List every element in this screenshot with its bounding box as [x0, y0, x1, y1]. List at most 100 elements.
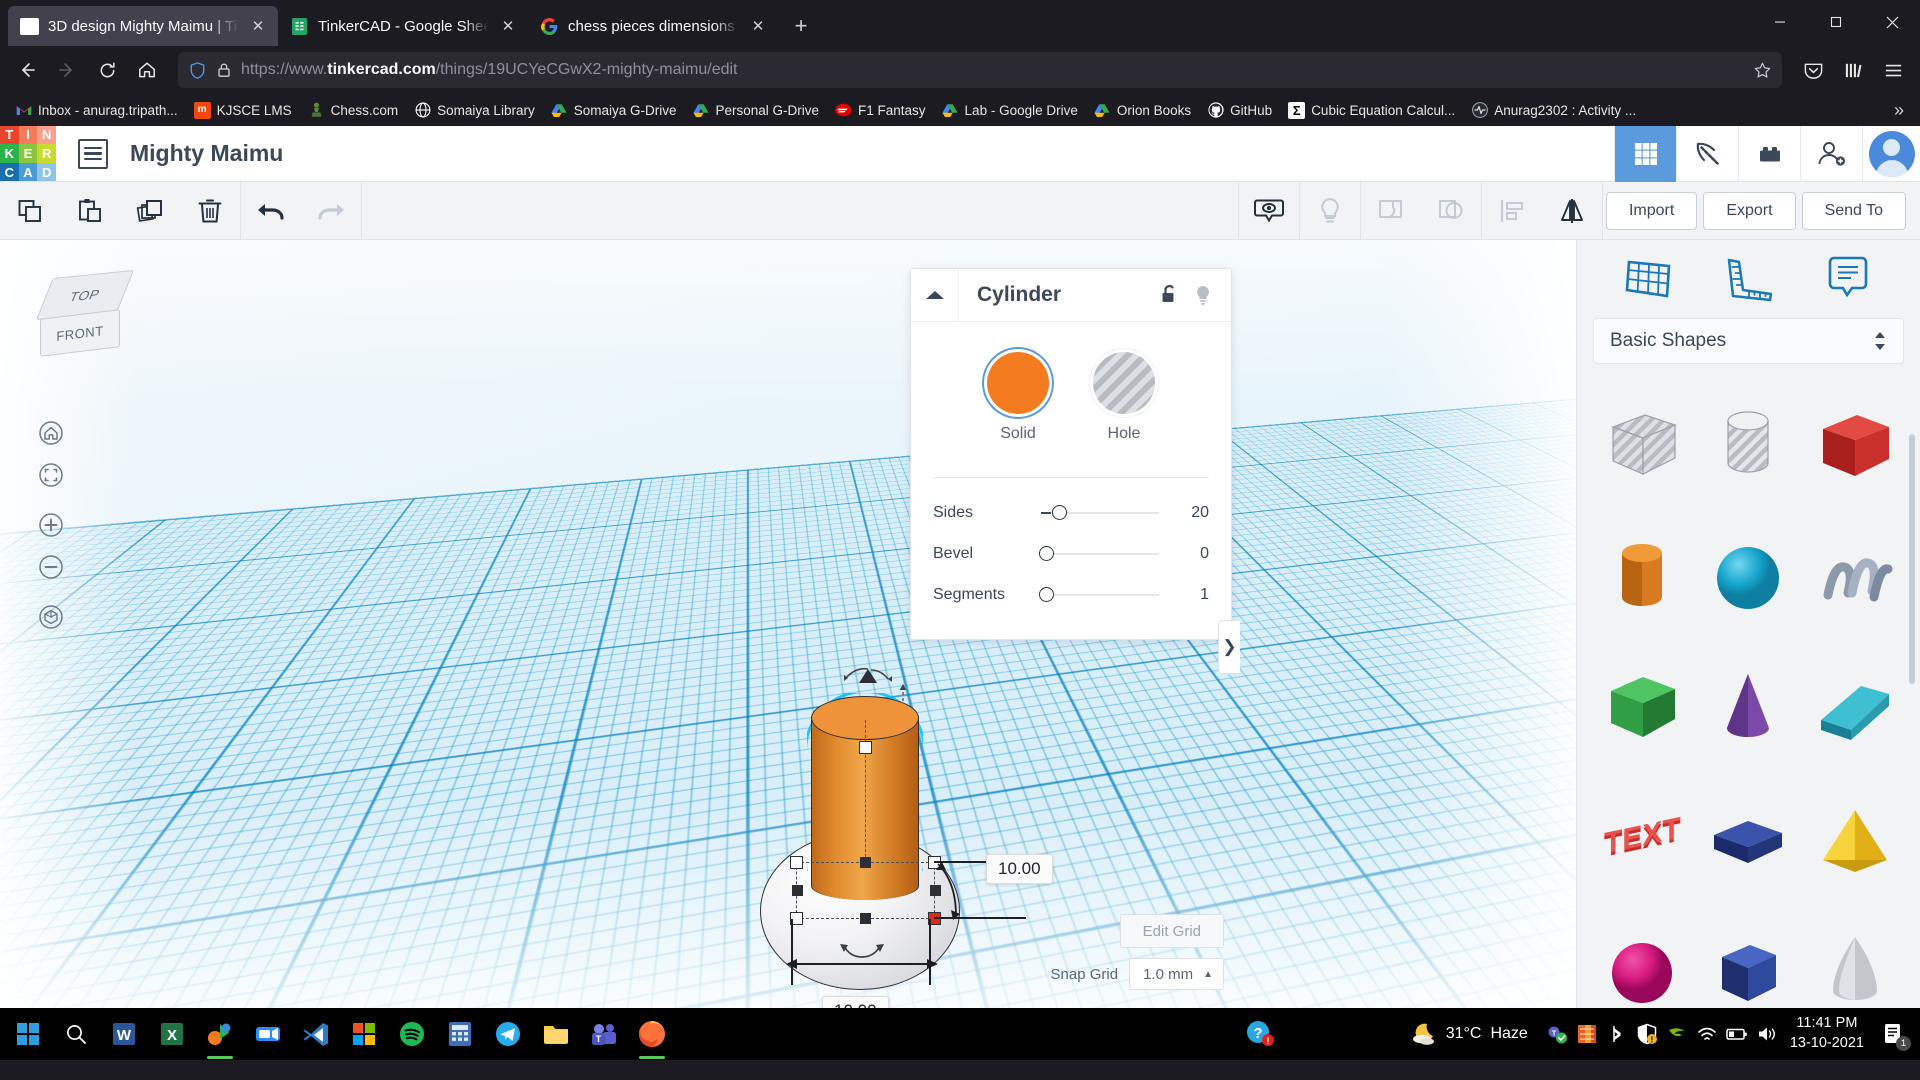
snap-grid-select[interactable]: 1.0 mm ▲ — [1129, 958, 1224, 990]
bricks-icon[interactable] — [1738, 125, 1800, 182]
tinkercad-logo[interactable]: T I N K E R C A D — [0, 125, 56, 182]
close-icon[interactable]: ✕ — [748, 16, 768, 36]
shape-item[interactable] — [1804, 380, 1906, 508]
dimension-label-right[interactable]: 10.00 — [986, 854, 1053, 884]
teams-tray-icon[interactable]: T — [1542, 1008, 1572, 1060]
zoom-in-icon[interactable] — [30, 504, 72, 546]
import-button[interactable]: Import — [1605, 191, 1698, 230]
close-button[interactable] — [1864, 0, 1920, 44]
shape-item[interactable] — [1804, 512, 1906, 640]
duplicate-icon[interactable] — [120, 182, 180, 240]
hole-pattern-swatch[interactable] — [1093, 352, 1155, 414]
ungroup-icon[interactable] — [1421, 182, 1481, 240]
browser-tab-2[interactable]: chess pieces dimensions - Goog ✕ — [528, 6, 778, 46]
show-hide-icon[interactable] — [1239, 182, 1299, 240]
bookmark-item[interactable]: GitHub — [1200, 99, 1279, 122]
shape-item[interactable] — [1591, 512, 1693, 640]
weather-widget[interactable]: 31°C Haze — [1411, 1022, 1542, 1046]
ortho-view-icon[interactable] — [30, 596, 72, 638]
bookmark-item[interactable]: Chess.com — [301, 99, 406, 122]
light-bulb-icon[interactable] — [1193, 284, 1213, 306]
telegram-icon[interactable] — [484, 1008, 532, 1060]
ruler-icon[interactable] — [1719, 253, 1777, 305]
browser-tab-0[interactable]: 3D design Mighty Maimu | Tinke ✕ — [8, 6, 278, 46]
notification-icon[interactable]: 1 — [1876, 1008, 1911, 1060]
hamburger-icon[interactable] — [1874, 51, 1912, 89]
3d-viewport[interactable]: TOP FRONT 10.00 Cylinder Solid Hole Side… — [0, 240, 1576, 1008]
close-icon[interactable]: ✕ — [248, 16, 268, 36]
bookmark-item[interactable]: Anurag2302 : Activity ... — [1464, 99, 1643, 122]
add-user-icon[interactable] — [1800, 125, 1862, 182]
updown-caret-icon[interactable] — [1873, 330, 1887, 352]
shape-item[interactable] — [1697, 380, 1799, 508]
list-menu-icon[interactable] — [78, 138, 108, 169]
shape-item[interactable] — [1697, 644, 1799, 772]
bookmark-item[interactable]: Somaiya Library — [407, 99, 542, 122]
sides-slider[interactable] — [1039, 503, 1167, 523]
shield-icon[interactable] — [188, 61, 207, 80]
hole-mode-option[interactable]: Hole — [1093, 352, 1155, 443]
teams-icon[interactable]: T — [580, 1008, 628, 1060]
workplane-icon[interactable] — [1620, 253, 1678, 305]
caret-up-icon[interactable]: ▲ — [1203, 969, 1213, 980]
tinkercad-taskbar-icon[interactable] — [196, 1008, 244, 1060]
view-cube[interactable]: TOP FRONT — [34, 268, 146, 366]
chevron-right-icon[interactable]: ❯ — [1218, 620, 1240, 674]
browser-tab-1[interactable]: TinkerCAD - Google Sheets ✕ — [278, 6, 528, 46]
home-view-icon[interactable] — [30, 412, 72, 454]
send-to-button[interactable]: Send To — [1801, 191, 1906, 230]
edge-handle[interactable] — [860, 857, 871, 868]
url-text[interactable]: https://www.tinkercad.com/things/19UCYeC… — [241, 61, 1744, 79]
group-icon[interactable] — [1361, 182, 1421, 240]
paste-icon[interactable] — [60, 182, 120, 240]
rotate-handle-top[interactable] — [843, 666, 893, 688]
segments-slider[interactable] — [1039, 585, 1167, 605]
shape-category-select[interactable]: Basic Shapes — [1593, 318, 1904, 364]
blocks-grid-icon[interactable] — [1614, 125, 1676, 182]
shape-item[interactable] — [1697, 776, 1799, 904]
wifi-icon[interactable] — [1692, 1008, 1722, 1060]
bookmark-item[interactable]: Somaiya G-Drive — [544, 99, 684, 122]
light-bulb-icon[interactable] — [1300, 182, 1360, 240]
vscode-icon[interactable] — [292, 1008, 340, 1060]
dimension-label-bottom[interactable]: 10.00 — [822, 996, 889, 1008]
file-explorer-icon[interactable] — [532, 1008, 580, 1060]
forward-arrow-icon[interactable] — [48, 51, 86, 89]
mirror-icon[interactable] — [1542, 182, 1602, 240]
bookmark-item[interactable]: Personal G-Drive — [685, 99, 826, 122]
solid-mode-option[interactable]: Solid — [987, 352, 1049, 443]
export-button[interactable]: Export — [1703, 191, 1796, 230]
fit-view-icon[interactable] — [30, 454, 72, 496]
align-icon[interactable] — [1482, 182, 1542, 240]
defender-icon[interactable]: ! — [1632, 1008, 1662, 1060]
bookmarks-overflow-icon[interactable]: » — [1886, 100, 1912, 121]
shape-item[interactable] — [1804, 644, 1906, 772]
excel-icon[interactable]: X — [148, 1008, 196, 1060]
windows-start-icon[interactable] — [4, 1008, 52, 1060]
new-tab-button[interactable]: + — [784, 9, 818, 43]
padlock-icon[interactable] — [216, 62, 232, 78]
edit-grid-button[interactable]: Edit Grid — [1119, 914, 1224, 948]
volume-icon[interactable] — [1752, 1008, 1782, 1060]
shape-item[interactable] — [1591, 380, 1693, 508]
minimize-button[interactable] — [1752, 0, 1808, 44]
collapse-triangle-icon[interactable] — [911, 268, 959, 322]
height-resize-handle[interactable] — [859, 741, 872, 754]
star-icon[interactable] — [1753, 61, 1772, 80]
microsoft-store-icon[interactable] — [340, 1008, 388, 1060]
nvidia-icon[interactable] — [1662, 1008, 1692, 1060]
rotate-handle-bottom[interactable] — [838, 944, 886, 962]
library-icon[interactable] — [1834, 51, 1872, 89]
back-arrow-icon[interactable] — [8, 51, 46, 89]
pocket-icon[interactable] — [1794, 51, 1832, 89]
url-bar[interactable]: https://www.tinkercad.com/things/19UCYeC… — [178, 52, 1782, 88]
shape-item[interactable] — [1591, 644, 1693, 772]
edge-handle[interactable] — [792, 885, 803, 896]
maximize-button[interactable] — [1808, 0, 1864, 44]
close-icon[interactable]: ✕ — [498, 16, 518, 36]
bookmark-item[interactable]: F1 Fantasy — [828, 99, 933, 122]
shape-item[interactable] — [1697, 512, 1799, 640]
delete-icon[interactable] — [180, 182, 240, 240]
avatar[interactable] — [1862, 125, 1920, 182]
bluetooth-icon[interactable] — [1602, 1008, 1632, 1060]
